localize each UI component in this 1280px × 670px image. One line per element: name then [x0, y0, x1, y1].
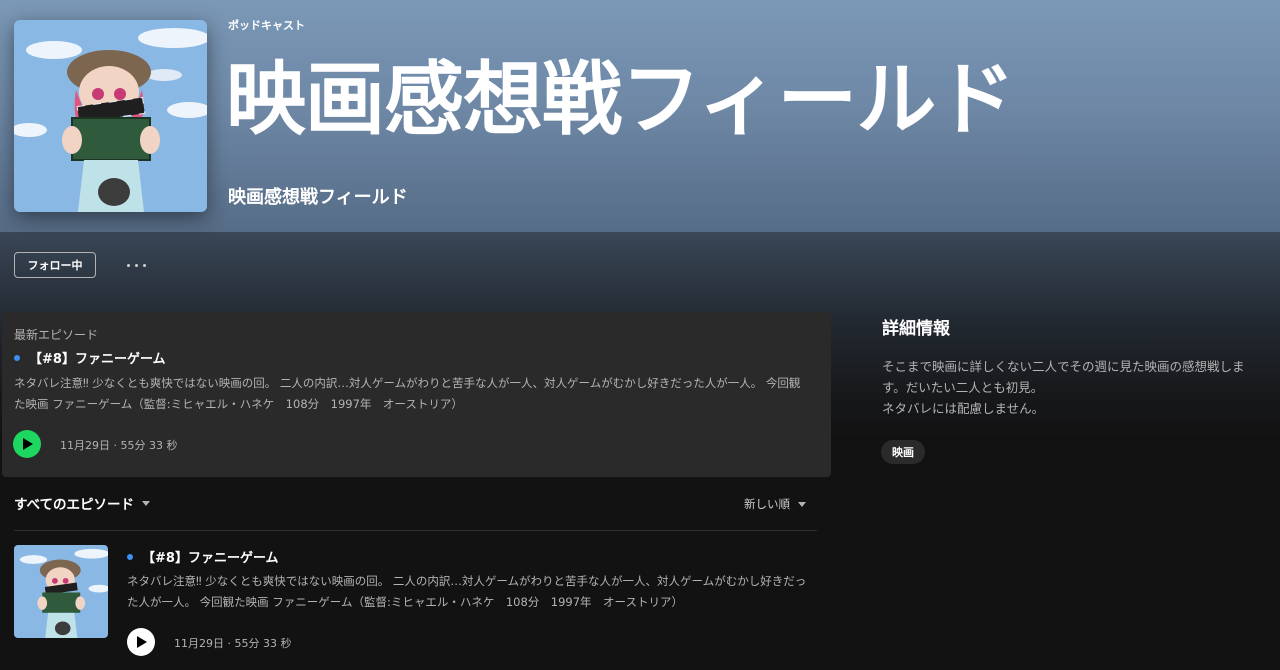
chevron-down-icon: [798, 501, 806, 507]
divider: [14, 530, 817, 531]
play-icon: [23, 438, 33, 450]
content-type-label: ポッドキャスト: [228, 19, 305, 32]
more-horizontal-icon: [126, 263, 146, 267]
episode-title[interactable]: 【#8】ファニーゲーム: [142, 547, 279, 566]
episode-meta: 11月29日 · 55分 33 秒: [174, 637, 292, 650]
podcast-cover-image: [14, 20, 207, 212]
latest-episode-card[interactable]: 最新エピソード 【#8】ファニーゲーム ネタバレ注意‼ 少なくとも爽快ではない映…: [2, 312, 831, 477]
chevron-down-icon: [142, 500, 151, 506]
new-episode-dot: [127, 553, 133, 560]
latest-episode-label: 最新エピソード: [14, 328, 99, 342]
episode-description: ネタバレ注意‼ 少なくとも爽快ではない映画の回。 二人の内訳…対人ゲームがわりと…: [127, 574, 807, 609]
new-episode-dot: [14, 354, 20, 361]
latest-episode-play-button[interactable]: [13, 430, 41, 458]
sort-dropdown[interactable]: 新しい順: [744, 496, 806, 512]
episode-thumbnail[interactable]: [14, 545, 108, 638]
sort-label: 新しい順: [744, 497, 790, 511]
latest-episode-title[interactable]: 【#8】ファニーゲーム: [29, 348, 166, 367]
latest-episode-meta: 11月29日 · 55分 33 秒: [60, 439, 178, 452]
latest-episode-description: ネタバレ注意‼ 少なくとも爽快ではない映画の回。 二人の内訳…対人ゲームがわりと…: [14, 376, 801, 411]
category-tag[interactable]: 映画: [881, 440, 925, 464]
all-episodes-dropdown[interactable]: すべてのエピソード: [14, 493, 151, 513]
podcast-author-link[interactable]: 映画感想戦フィールド: [228, 183, 408, 209]
play-icon: [137, 636, 147, 648]
page-title: 映画感想戦フィールド: [226, 53, 1015, 146]
details-heading: 詳細情報: [882, 319, 950, 339]
follow-button[interactable]: フォロー中: [14, 252, 96, 278]
episode-play-button[interactable]: [127, 628, 155, 656]
all-episodes-label: すべてのエピソード: [14, 497, 135, 513]
more-options-button[interactable]: [118, 254, 154, 276]
podcast-description: そこまで映画に詳しくない二人でその週に見た映画の感想戦しま す。だいたい二人とも…: [882, 359, 1245, 416]
